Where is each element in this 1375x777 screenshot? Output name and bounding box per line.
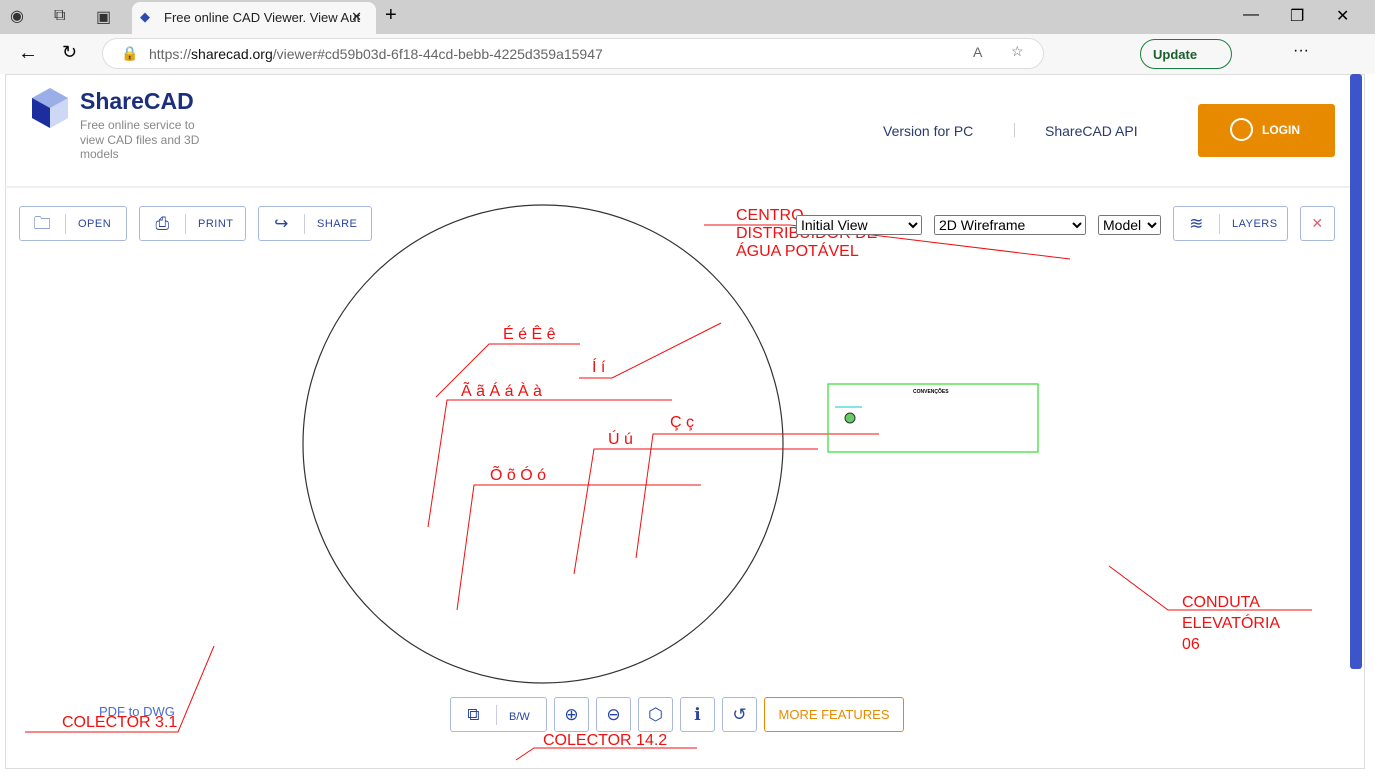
print-label: PRINT <box>198 217 234 230</box>
render-mode-select[interactable]: 2D Wireframe <box>934 215 1086 235</box>
label-c: Ç ç <box>670 414 694 431</box>
label-e: É é Ê ê <box>503 326 556 343</box>
label-u: Ú ú <box>608 431 633 448</box>
print-button[interactable]: ⎙ PRINT <box>139 206 246 241</box>
open-label: OPEN <box>78 217 112 230</box>
cad-canvas[interactable] <box>0 0 1375 777</box>
more-features-button[interactable]: MORE FEATURES <box>764 697 904 732</box>
legend-symbol <box>844 412 856 424</box>
bw-label: B/W <box>509 711 530 723</box>
open-button[interactable]: 🗀 OPEN <box>19 206 127 241</box>
view-select[interactable]: Initial View <box>796 215 922 235</box>
bw-button[interactable]: ⧉ B/W <box>450 697 547 732</box>
layers-label: LAYERS <box>1232 217 1278 230</box>
label-conduta: CONDUTA ELEVATÓRIA 06 <box>1182 594 1281 653</box>
share-icon: ↪ <box>259 213 305 234</box>
info-icon[interactable]: ℹ <box>680 697 715 732</box>
zoom-out-icon[interactable]: ⊖ <box>596 697 631 732</box>
share-label: SHARE <box>317 217 358 230</box>
layers-icon: ≋ <box>1174 213 1220 234</box>
label-i: Í í <box>592 359 606 376</box>
leader-lines <box>25 224 1312 761</box>
label-colector-3-1: COLECTOR 3.1 <box>62 714 178 731</box>
copy-icon: ⧉ <box>451 705 497 725</box>
label-a: Ã ã Á á À à <box>461 383 542 400</box>
reset-icon[interactable]: ↺ <box>722 697 757 732</box>
zoom-in-icon[interactable]: ⊕ <box>554 697 589 732</box>
close-viewer-button[interactable]: ✕ <box>1300 206 1335 241</box>
legend-title: CONVENÇÕES <box>913 389 949 395</box>
printer-icon: ⎙ <box>140 213 186 234</box>
label-colector-14-2: COLECTOR 14.2 <box>543 732 668 749</box>
layers-button[interactable]: ≋ LAYERS <box>1173 206 1288 241</box>
circle-shape <box>302 204 784 684</box>
label-o: Õ õ Ó ó <box>490 467 547 484</box>
3d-cube-icon[interactable]: ⬡ <box>638 697 673 732</box>
space-select[interactable]: Model <box>1098 215 1161 235</box>
folder-icon: 🗀 <box>20 213 66 234</box>
share-button[interactable]: ↪ SHARE <box>258 206 372 241</box>
